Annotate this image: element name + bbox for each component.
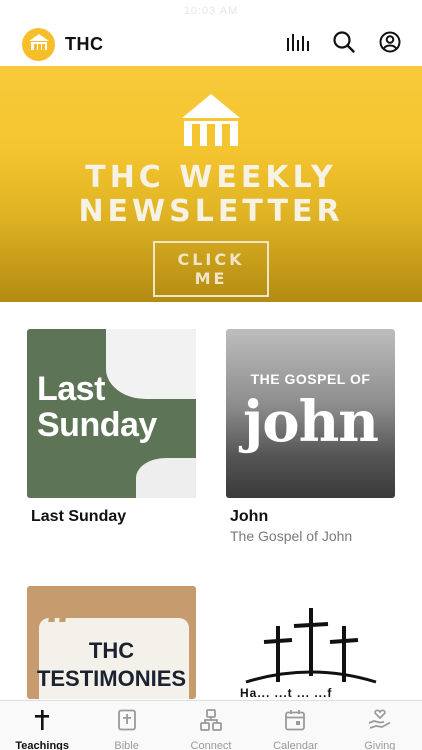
search-icon bbox=[333, 30, 355, 58]
card-last-sunday[interactable]: Last Sunday Last Sunday bbox=[27, 329, 196, 526]
paper-tear-decoration bbox=[136, 458, 196, 498]
card-title: John bbox=[230, 508, 269, 525]
tab-label: Bible bbox=[114, 740, 139, 750]
card-testimonies[interactable]: “ THC TESTIMONIES bbox=[27, 586, 196, 699]
bottom-tab-bar: Teachings Bible Connect Calendar Giving bbox=[0, 700, 422, 750]
tab-giving[interactable]: Giving bbox=[338, 701, 422, 750]
house-icon bbox=[28, 33, 49, 55]
thumbnail-line: john bbox=[242, 389, 379, 455]
card-crosses[interactable]: Ha... ...t ... ...f bbox=[226, 586, 395, 699]
app-header: THC bbox=[0, 22, 422, 66]
thumbnail-line: TESTIMONIES bbox=[36, 666, 187, 691]
card-thumbnail: Last Sunday bbox=[27, 329, 196, 498]
card-subtitle: The Gospel of John bbox=[230, 528, 353, 544]
house-icon bbox=[182, 94, 240, 151]
tab-label: Teachings bbox=[15, 740, 69, 750]
thumbnail-line: THC bbox=[88, 638, 135, 663]
app-title: THC bbox=[65, 33, 104, 54]
app-logo[interactable] bbox=[22, 27, 55, 61]
card-john[interactable]: THE GOSPEL OF john John The Gospel of Jo… bbox=[226, 329, 395, 544]
search-button[interactable] bbox=[332, 30, 356, 58]
tab-teachings[interactable]: Teachings bbox=[0, 701, 84, 750]
connect-icon bbox=[200, 709, 222, 736]
status-time: 10:03 AM bbox=[183, 5, 239, 17]
thumbnail-line: Last bbox=[37, 370, 105, 408]
banner-title-line2: NEWSLETTER bbox=[78, 194, 344, 229]
audio-bars-icon bbox=[286, 32, 310, 57]
header-actions bbox=[286, 30, 402, 58]
tab-label: Connect bbox=[190, 740, 232, 750]
giving-icon bbox=[368, 709, 392, 736]
card-thumbnail: Ha... ...t ... ...f bbox=[226, 586, 395, 699]
profile-icon bbox=[379, 31, 401, 58]
status-bar: 10:03 AM bbox=[0, 0, 422, 22]
click-me-button[interactable]: CLICK ME bbox=[153, 241, 269, 297]
cross-icon bbox=[31, 709, 53, 736]
newsletter-banner[interactable]: THC WEEKLY NEWSLETTER CLICK ME bbox=[0, 66, 422, 302]
thumbnail-line: Sunday bbox=[37, 406, 157, 444]
bible-icon bbox=[116, 709, 138, 736]
thumbnail-text: Last Sunday bbox=[37, 371, 157, 443]
tab-bible[interactable]: Bible bbox=[84, 701, 168, 750]
card-thumbnail: THE GOSPEL OF john bbox=[226, 329, 395, 498]
tab-calendar[interactable]: Calendar bbox=[253, 701, 337, 750]
card-thumbnail: “ THC TESTIMONIES bbox=[27, 586, 196, 699]
tab-label: Giving bbox=[364, 740, 396, 750]
audio-button[interactable] bbox=[286, 32, 310, 56]
thumbnail-caption: Ha... ...t ... ...f bbox=[240, 686, 333, 699]
calendar-icon bbox=[284, 709, 306, 736]
card-title: Last Sunday bbox=[31, 508, 127, 525]
profile-button[interactable] bbox=[378, 31, 402, 58]
thumbnail-line: THE GOSPEL OF bbox=[250, 371, 371, 387]
tab-connect[interactable]: Connect bbox=[169, 701, 253, 750]
banner-title-line1: THC WEEKLY bbox=[85, 160, 337, 195]
tab-label: Calendar bbox=[273, 740, 318, 750]
banner-title: THC WEEKLY NEWSLETTER bbox=[78, 161, 343, 229]
